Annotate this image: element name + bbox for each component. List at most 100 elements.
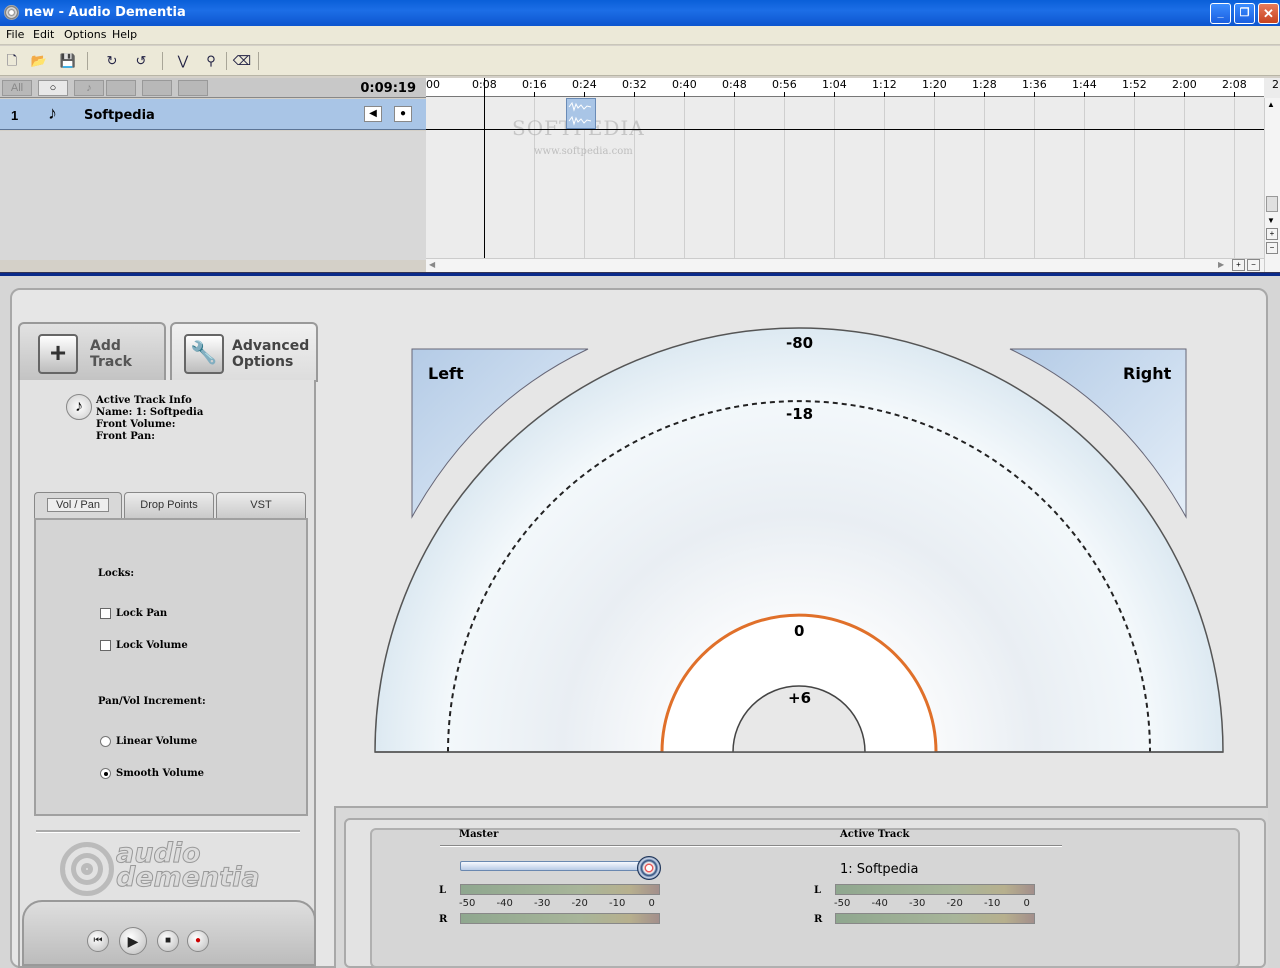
close-button[interactable]: ✕ bbox=[1258, 3, 1279, 24]
play-icon[interactable]: ▶ bbox=[119, 927, 147, 955]
filter-audio-tab[interactable]: ○ bbox=[38, 80, 68, 96]
ruler-tick-label: 0:16 bbox=[522, 78, 547, 91]
wrench-icon: 🔧 bbox=[184, 334, 224, 374]
add-track-tab[interactable]: + Add Track bbox=[18, 322, 166, 382]
zoom-in-horizontal-icon[interactable]: + bbox=[1232, 259, 1245, 271]
speaker-icon[interactable]: ◀ bbox=[364, 106, 382, 122]
ruler-tick-mark bbox=[834, 92, 835, 97]
menu-edit[interactable]: Edit bbox=[33, 28, 54, 41]
linear-volume-radio[interactable] bbox=[100, 736, 111, 747]
scroll-up-icon[interactable]: ▲ bbox=[1267, 100, 1275, 109]
vertical-scrollbar[interactable]: ▲ ▼ + − bbox=[1264, 98, 1280, 278]
undo-icon[interactable]: ↻ bbox=[101, 51, 123, 71]
time-ruler[interactable]: 000:080:160:240:320:400:480:561:041:121:… bbox=[426, 78, 1280, 97]
record-icon[interactable]: ● bbox=[187, 930, 209, 952]
audio-track-icon: ♪ bbox=[48, 103, 57, 123]
track-list-empty-area bbox=[0, 131, 426, 260]
ruler-tick-mark bbox=[1084, 92, 1085, 97]
zoom-out-horizontal-icon[interactable]: − bbox=[1247, 259, 1260, 271]
playhead[interactable] bbox=[484, 78, 485, 258]
sidebar: + Add Track 🔧 Advanced Options ♪ Active Tr… bbox=[18, 322, 318, 968]
zoom-in-vertical-icon[interactable]: + bbox=[1266, 228, 1278, 240]
track-info-front-pan: Front Pan: bbox=[96, 431, 155, 442]
menu-help[interactable]: Help bbox=[112, 28, 137, 41]
filter-all-tab[interactable]: All bbox=[2, 80, 32, 96]
ruler-tick-label: 0:32 bbox=[622, 78, 647, 91]
horizontal-scrollbar[interactable]: ◀ ▶ + − bbox=[426, 258, 1264, 272]
plus-icon: + bbox=[38, 334, 78, 374]
save-icon[interactable]: 💾 bbox=[57, 51, 79, 71]
ruler-tick-label: 1:36 bbox=[1022, 78, 1047, 91]
scroll-thumb[interactable] bbox=[1266, 196, 1278, 212]
pan-volume-dial[interactable]: Left Right -80 -18 0 +6 bbox=[336, 292, 1266, 792]
logo-swirl-icon bbox=[60, 842, 114, 896]
open-folder-icon[interactable]: 📂 bbox=[28, 51, 50, 71]
timeline-gridline bbox=[1084, 98, 1085, 258]
meter-scale-label: -50 bbox=[834, 898, 851, 909]
lock-pan-label: Lock Pan bbox=[116, 608, 168, 619]
new-file-icon[interactable]: 🗋 bbox=[1, 51, 23, 71]
active-track-name: 1: Softpedia bbox=[840, 862, 919, 877]
track-info-front-volume: Front Volume: bbox=[96, 419, 176, 430]
lock-volume-checkbox[interactable] bbox=[100, 640, 111, 651]
vol-pan-panel: Locks: Lock Pan Lock Volume Pan/Vol Incr… bbox=[34, 518, 308, 816]
master-left-channel-label: L bbox=[439, 885, 447, 896]
track-number: 1 bbox=[11, 108, 19, 123]
ruler-tick-label: 2:08 bbox=[1222, 78, 1247, 91]
envelope-icon[interactable]: ⋁ bbox=[172, 51, 194, 71]
ruler-tick-mark bbox=[784, 92, 785, 97]
scroll-down-icon[interactable]: ▼ bbox=[1267, 216, 1275, 225]
meter-scale-label: -50 bbox=[459, 898, 476, 909]
audio-clip[interactable] bbox=[566, 98, 596, 129]
master-volume-knob[interactable] bbox=[637, 856, 661, 880]
smooth-volume-radio[interactable] bbox=[100, 768, 111, 779]
left-label: Left bbox=[428, 364, 464, 383]
mixer-separator bbox=[440, 845, 1062, 847]
maximize-button[interactable]: ❐ bbox=[1234, 3, 1255, 24]
tab-drop-points[interactable]: Drop Points bbox=[124, 492, 214, 518]
filter-guitar-tab[interactable] bbox=[106, 80, 136, 96]
timeline-gridline bbox=[1184, 98, 1185, 258]
ruler-tick-label: 0:40 bbox=[672, 78, 697, 91]
menu-file[interactable]: File bbox=[6, 28, 24, 41]
record-arm-icon[interactable]: ● bbox=[394, 106, 412, 122]
lock-pan-checkbox[interactable] bbox=[100, 608, 111, 619]
ruler-tick-mark bbox=[1234, 92, 1235, 97]
track-name: Softpedia bbox=[84, 108, 155, 123]
track-row[interactable]: 1 ♪ Softpedia ◀ ● bbox=[0, 99, 426, 130]
meter-scale-label: 0 bbox=[648, 898, 655, 909]
stop-icon[interactable]: ■ bbox=[157, 930, 179, 952]
ruler-tick-label: 1:52 bbox=[1122, 78, 1147, 91]
ruler-tick-mark bbox=[934, 92, 935, 97]
redo-icon[interactable]: ↺ bbox=[130, 51, 152, 71]
app-icon[interactable] bbox=[4, 5, 19, 20]
scroll-right-icon[interactable]: ▶ bbox=[1218, 260, 1224, 269]
timeline-gridline bbox=[734, 98, 735, 258]
tab-vst[interactable]: VST bbox=[216, 492, 306, 518]
filter-drum-tab[interactable] bbox=[178, 80, 208, 96]
marker-icon[interactable]: ⚲ bbox=[200, 51, 222, 71]
zoom-out-vertical-icon[interactable]: − bbox=[1266, 242, 1278, 254]
watermark-url: www.softpedia.com bbox=[534, 146, 633, 157]
master-label: Master bbox=[459, 829, 499, 840]
scroll-left-icon[interactable]: ◀ bbox=[429, 260, 435, 269]
add-track-line2: Track bbox=[90, 354, 132, 370]
audio-dementia-logo: audio dementia bbox=[60, 840, 260, 902]
track-info-heading: Active Track Info bbox=[96, 395, 192, 406]
eraser-icon[interactable]: ⌫ bbox=[231, 51, 253, 71]
advanced-options-tab[interactable]: 🔧 Advanced Options bbox=[170, 322, 318, 382]
timeline-gridline bbox=[834, 98, 835, 258]
active-track-info: Active Track Info Name: 1: Softpedia Fro… bbox=[96, 395, 203, 443]
ruler-tick-label: 00 bbox=[426, 78, 440, 91]
filter-midi-tab[interactable]: ♪ bbox=[74, 80, 104, 96]
ruler-tick-mark bbox=[684, 92, 685, 97]
minimize-button[interactable]: _ bbox=[1210, 3, 1231, 24]
track-left-meter bbox=[835, 884, 1035, 895]
menu-options[interactable]: Options bbox=[64, 28, 106, 41]
filter-mic-tab[interactable] bbox=[142, 80, 172, 96]
tab-vol-pan[interactable]: Vol / Pan bbox=[34, 492, 122, 518]
rewind-icon[interactable]: ⏮ bbox=[87, 930, 109, 952]
timeline[interactable]: 000:080:160:240:320:400:480:561:041:121:… bbox=[426, 78, 1280, 278]
master-volume-slider[interactable] bbox=[460, 861, 650, 871]
track-left-channel-label: L bbox=[814, 885, 822, 896]
